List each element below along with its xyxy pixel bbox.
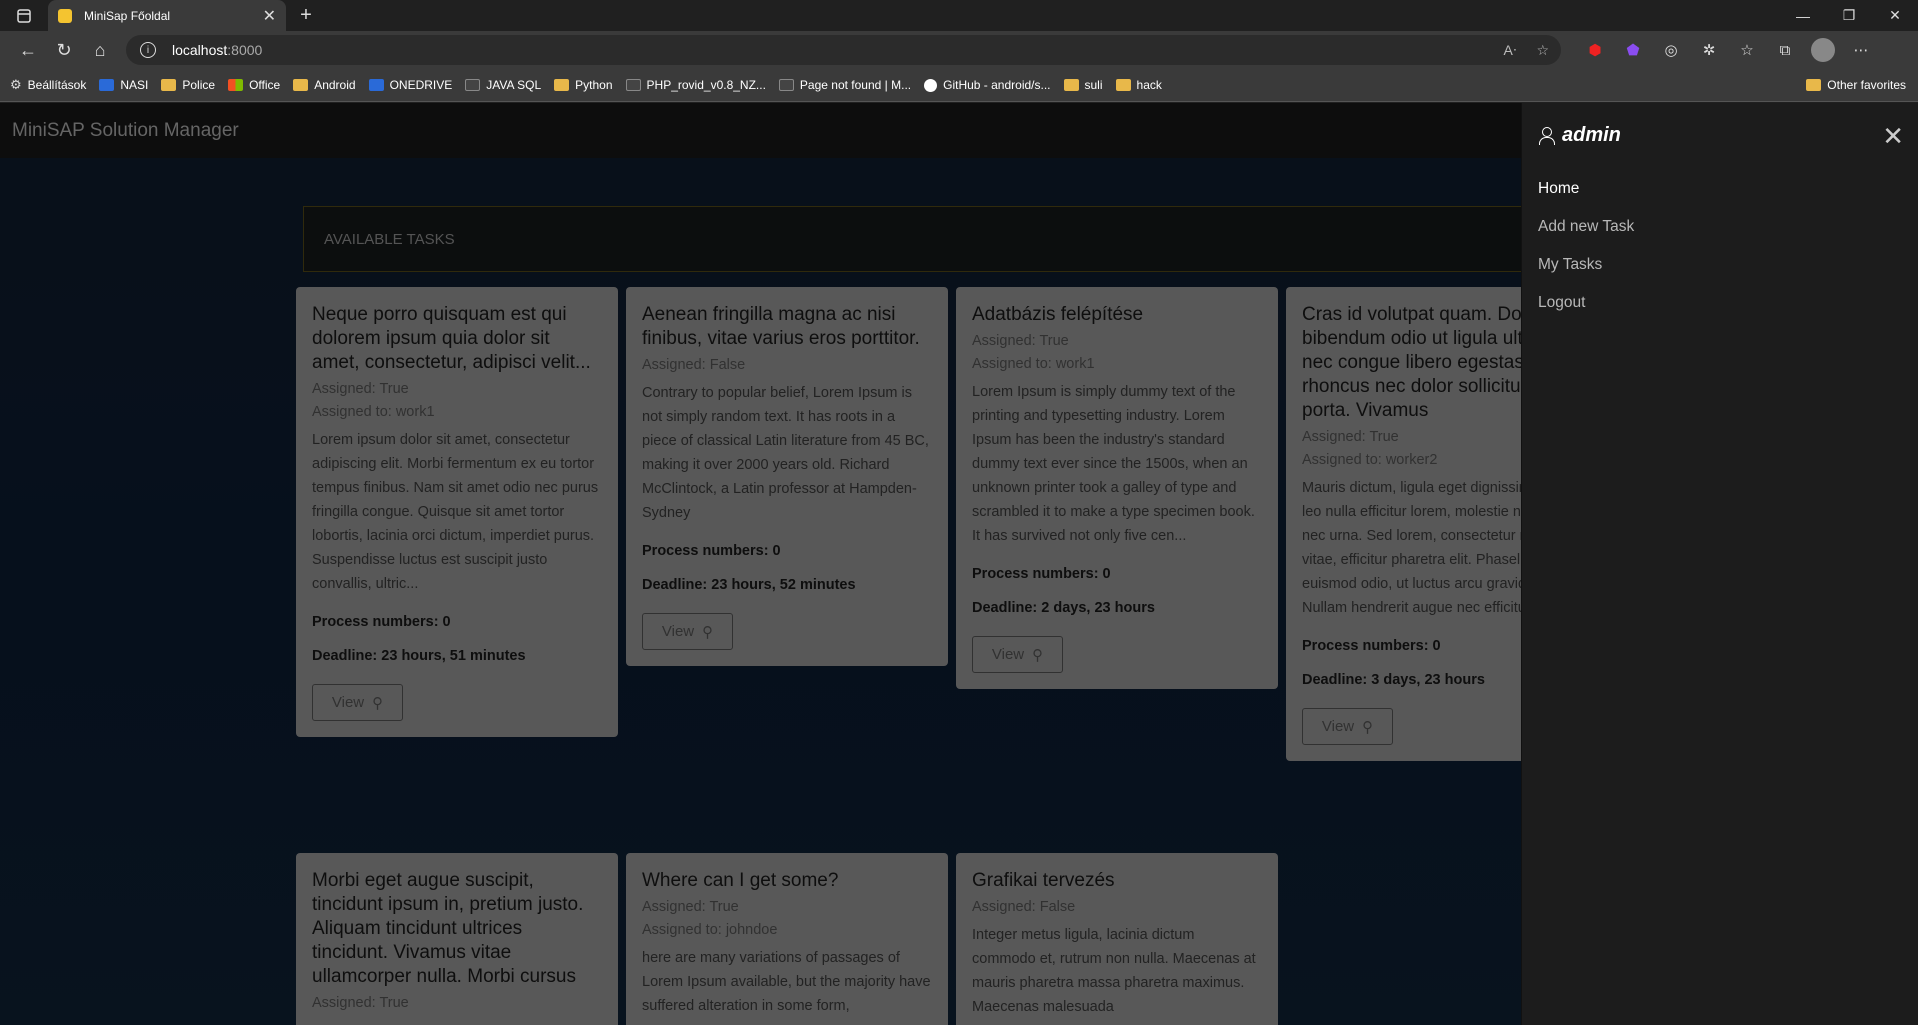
extensions-toolbar: ⬢ ⬟ ◎ ✲ ☆ ⧉ ⋯ bbox=[1583, 38, 1873, 62]
add-favorite-icon[interactable]: ☆ bbox=[1536, 42, 1549, 59]
bookmark-item[interactable]: PHP_rovid_v0.8_NZ... bbox=[625, 78, 766, 92]
offcanvas-user: admin bbox=[1538, 124, 1621, 147]
window-controls: — ❐ ✕ bbox=[1780, 0, 1918, 31]
user-icon bbox=[1538, 126, 1555, 145]
bookmark-item[interactable]: GitHub - android/s... bbox=[924, 78, 1051, 92]
address-bar[interactable]: i localhost:8000 Aᐧ ☆ bbox=[126, 35, 1561, 65]
favorites-icon[interactable]: ☆ bbox=[1735, 38, 1759, 62]
offcanvas-backdrop[interactable] bbox=[0, 103, 1521, 1025]
reload-icon[interactable]: ↻ bbox=[46, 35, 82, 65]
browser-tab[interactable]: MiniSap Főoldal ✕ bbox=[48, 0, 286, 31]
bookmark-item[interactable]: Police bbox=[161, 78, 215, 92]
bookmark-item[interactable]: ⚙ Beállítások bbox=[10, 77, 86, 93]
circle-extension-icon[interactable]: ◎ bbox=[1659, 38, 1683, 62]
bookmark-item[interactable]: ONEDRIVE bbox=[368, 78, 452, 92]
bookmark-icon bbox=[99, 79, 115, 91]
close-icon[interactable]: ✕ bbox=[1882, 121, 1904, 152]
bookmark-item[interactable]: suli bbox=[1063, 78, 1103, 92]
bookmarks-bar: ⚙ Beállítások NASI Police Office Android … bbox=[0, 69, 1918, 102]
bookmark-item[interactable]: hack bbox=[1115, 78, 1162, 92]
browser-navbar: ← ↻ ⌂ i localhost:8000 Aᐧ ☆ ⬢ ⬟ ◎ ✲ ☆ ⧉ … bbox=[0, 31, 1918, 69]
extensions-icon[interactable]: ✲ bbox=[1697, 38, 1721, 62]
gear-icon: ⚙ bbox=[10, 77, 22, 92]
bookmark-item[interactable]: NASI bbox=[99, 78, 148, 92]
bookmark-item[interactable]: Page not found | M... bbox=[778, 78, 911, 92]
nav-my-tasks[interactable]: My Tasks bbox=[1538, 256, 1902, 274]
bookmark-item[interactable]: Python bbox=[554, 78, 613, 92]
page-icon bbox=[778, 79, 794, 91]
php-icon bbox=[625, 79, 641, 91]
browser-tabbar: MiniSap Főoldal ✕ + — ❐ ✕ bbox=[0, 0, 1918, 31]
bookmark-item[interactable]: JAVA SQL bbox=[465, 78, 541, 92]
bookmark-item[interactable]: Android bbox=[293, 78, 356, 92]
more-menu-icon[interactable]: ⋯ bbox=[1849, 38, 1873, 62]
folder-icon bbox=[161, 79, 177, 91]
window-close-icon[interactable]: ✕ bbox=[1872, 0, 1918, 31]
collections-icon[interactable]: ⧉ bbox=[1773, 38, 1797, 62]
folder-icon bbox=[554, 79, 570, 91]
adblock-extension-icon[interactable]: ⬢ bbox=[1583, 38, 1607, 62]
folder-icon bbox=[293, 79, 309, 91]
restore-icon[interactable]: ❐ bbox=[1826, 0, 1872, 31]
tab-title: MiniSap Főoldal bbox=[84, 8, 171, 23]
profile-avatar[interactable] bbox=[1811, 38, 1835, 62]
new-tab-button[interactable]: + bbox=[286, 0, 326, 31]
github-icon bbox=[924, 78, 938, 92]
offcanvas-nav: Home Add new Task My Tasks Logout bbox=[1522, 168, 1918, 344]
offcanvas-menu: admin ✕ Home Add new Task My Tasks Logou… bbox=[1521, 103, 1918, 1025]
url-port: :8000 bbox=[227, 42, 263, 58]
bookmark-item[interactable]: Office bbox=[228, 78, 280, 92]
read-aloud-icon[interactable]: Aᐧ bbox=[1504, 42, 1517, 59]
folder-icon bbox=[1063, 79, 1079, 91]
site-info-icon[interactable]: i bbox=[140, 42, 156, 58]
tab-actions-icon[interactable] bbox=[0, 0, 48, 31]
purple-extension-icon[interactable]: ⬟ bbox=[1621, 38, 1645, 62]
minimize-icon[interactable]: — bbox=[1780, 0, 1826, 31]
other-favorites[interactable]: Other favorites bbox=[1806, 78, 1906, 92]
back-icon[interactable]: ← bbox=[10, 35, 46, 65]
office-icon bbox=[228, 79, 244, 91]
folder-icon bbox=[1115, 79, 1131, 91]
terminal-icon bbox=[465, 79, 481, 91]
offcanvas-header: admin ✕ bbox=[1522, 103, 1918, 168]
nav-home[interactable]: Home bbox=[1538, 180, 1902, 198]
url-host: localhost bbox=[172, 42, 228, 58]
tab-favicon-icon bbox=[58, 8, 72, 23]
nav-logout[interactable]: Logout bbox=[1538, 294, 1902, 312]
folder-icon bbox=[1806, 79, 1822, 91]
onedrive-icon bbox=[368, 79, 384, 91]
home-icon[interactable]: ⌂ bbox=[82, 35, 118, 65]
nav-add-new-task[interactable]: Add new Task bbox=[1538, 218, 1902, 236]
tab-close-icon[interactable]: ✕ bbox=[263, 6, 276, 26]
username: admin bbox=[1562, 124, 1621, 146]
